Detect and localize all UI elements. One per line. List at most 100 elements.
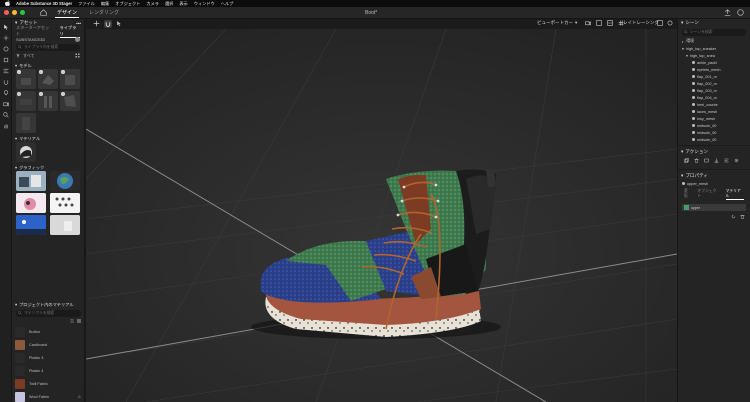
pointer-tool-icon[interactable] [116,20,122,29]
group-icon[interactable] [704,158,709,165]
scene-tree-item[interactable]: flap_002_m [678,80,750,87]
menu-view[interactable]: 表示 [179,1,187,7]
scene-tree-item[interactable]: midsole_00 [678,136,750,143]
graphic-thumb[interactable] [50,193,80,213]
tab-library[interactable]: ライブラリ [59,25,80,38]
model-thumb[interactable]: ↓ [60,91,80,111]
render-mode-select[interactable]: レイトレーシング [623,20,659,26]
drop-to-floor-icon[interactable] [714,158,719,165]
model-thumb[interactable]: ↓ [60,69,80,89]
material-search-input[interactable]: マテリアルを検索 [16,310,81,317]
share-icon[interactable] [724,9,731,18]
delete-icon[interactable] [694,158,699,165]
tab-design[interactable]: デザイン [55,8,80,18]
scene-tree-item[interactable]: ◐ 環境 [678,38,750,45]
collapse-icon[interactable]: ▾ [681,149,683,155]
scene-tree-item[interactable]: insy_mesh [678,115,750,122]
model-thumb[interactable]: ↓ [16,69,36,89]
project-material-item[interactable]: Wool Fabric ⊘ [12,390,85,402]
help-icon[interactable] [737,9,744,18]
model-thumb[interactable]: ↓ [38,69,58,89]
tab-render[interactable]: レンダリング [87,8,121,18]
project-materials-header[interactable]: ▾ プロジェクト内のマテリアル [12,301,85,308]
menu-camera[interactable]: カメラ [146,1,159,7]
app-menu[interactable]: Adobe Substance 3D Stager [16,1,72,6]
minimize-window-button[interactable] [12,10,17,15]
hand-tool-icon[interactable] [2,122,9,129]
align-tool-icon[interactable] [2,67,9,74]
view-options-icon[interactable] [667,20,673,28]
model-thumb[interactable]: ↓ [38,91,58,111]
project-material-item[interactable]: Button [12,325,85,338]
model-thumb[interactable]: ↓ [16,91,36,111]
zoom-window-button[interactable] [20,10,25,15]
graphic-thumb[interactable] [50,215,80,235]
scene-tree-item[interactable]: ▾ high_top_snea [678,52,750,59]
project-material-item[interactable]: Plastic 4 [12,364,85,377]
scene-tree-item[interactable]: ankle_padd [678,59,750,66]
refresh-icon[interactable] [731,214,736,221]
select-tool-icon[interactable] [2,23,9,30]
scene-tree-item[interactable]: flap_003_m [678,87,750,94]
menu-edit[interactable]: 編集 [101,1,109,7]
settings-icon[interactable] [734,158,739,165]
materials-section-header[interactable]: ▾ マテリアル [12,135,84,142]
duplicate-icon[interactable] [684,158,689,165]
layout-icon[interactable] [607,20,613,28]
models-section-header[interactable]: ▾ モデル [12,62,84,69]
scene-tree-item[interactable]: eyelets_mesh [678,66,750,73]
library-search-input[interactable]: ライブラリ内を検索 [16,44,80,51]
material-slot[interactable]: upper [682,204,746,211]
menu-select[interactable]: 選択 [165,1,173,7]
scene-tree-item[interactable]: flap_004_m [678,94,750,101]
delete-icon[interactable]: ⊘ [78,394,81,399]
scale-tool-icon[interactable] [2,56,9,63]
frame-icon[interactable] [596,20,602,28]
tab-starter-assets[interactable]: スターターアセット [16,25,53,37]
menu-window[interactable]: ウィンドウ [194,1,215,7]
zoom-tool-icon[interactable] [2,111,9,118]
camera-icon[interactable] [585,20,591,28]
scene-search-input[interactable]: シーンを検索 [682,29,746,36]
graphics-section-header[interactable]: ▾ グラフィック [12,164,84,171]
collapse-icon[interactable]: ▾ [681,20,683,26]
tab-object[interactable]: オブジェクト [697,189,719,200]
scene-tree-item[interactable]: midsole_00 [678,129,750,136]
graphic-thumb[interactable] [16,171,46,191]
close-window-button[interactable] [4,10,9,15]
rotate-tool-icon[interactable] [2,45,9,52]
menu-object[interactable]: オブジェクト [115,1,140,7]
move-tool-icon[interactable] [2,34,9,41]
menu-help[interactable]: ヘルプ [221,1,234,7]
snap-tool-icon[interactable] [2,78,9,85]
graphic-thumb[interactable] [50,171,80,191]
magnet-tool-icon[interactable] [104,20,112,28]
grid-view-icon[interactable] [75,53,80,59]
scene-tree-item[interactable]: laces_mesh [678,108,750,115]
graphic-thumb[interactable] [16,193,46,213]
render-settings-icon[interactable] [657,20,663,28]
3d-viewport[interactable] [86,29,677,402]
filter-label[interactable]: すべて [23,53,35,59]
project-material-item[interactable]: Twill Fabric [12,377,85,390]
scene-tree-item[interactable]: midsole_00 [678,122,750,129]
light-tool-icon[interactable] [2,89,9,96]
project-material-item[interactable]: Plastic 3 [12,351,85,364]
camera-tool-icon[interactable] [2,100,9,107]
material-thumb[interactable] [16,142,36,162]
scene-tree-item[interactable]: heel_counte [678,101,750,108]
collapse-icon[interactable]: ▾ [681,173,683,179]
pan-tool-icon[interactable] [93,20,100,29]
scene-tree-item[interactable]: ▾ high_top_sneaker [678,45,750,52]
project-material-item[interactable]: Cardboard [12,338,85,351]
model-thumb[interactable] [16,113,36,133]
trash-icon[interactable] [740,214,745,221]
scene-tree-item[interactable]: flap_001_m [678,73,750,80]
graphic-thumb[interactable] [16,215,46,235]
filter-icon[interactable] [16,53,20,59]
tab-material[interactable]: マテリアル [725,189,744,200]
scene-render[interactable] [86,29,677,402]
align-icon[interactable] [724,158,729,165]
menu-file[interactable]: ファイル [78,1,95,7]
home-icon[interactable] [39,9,47,17]
